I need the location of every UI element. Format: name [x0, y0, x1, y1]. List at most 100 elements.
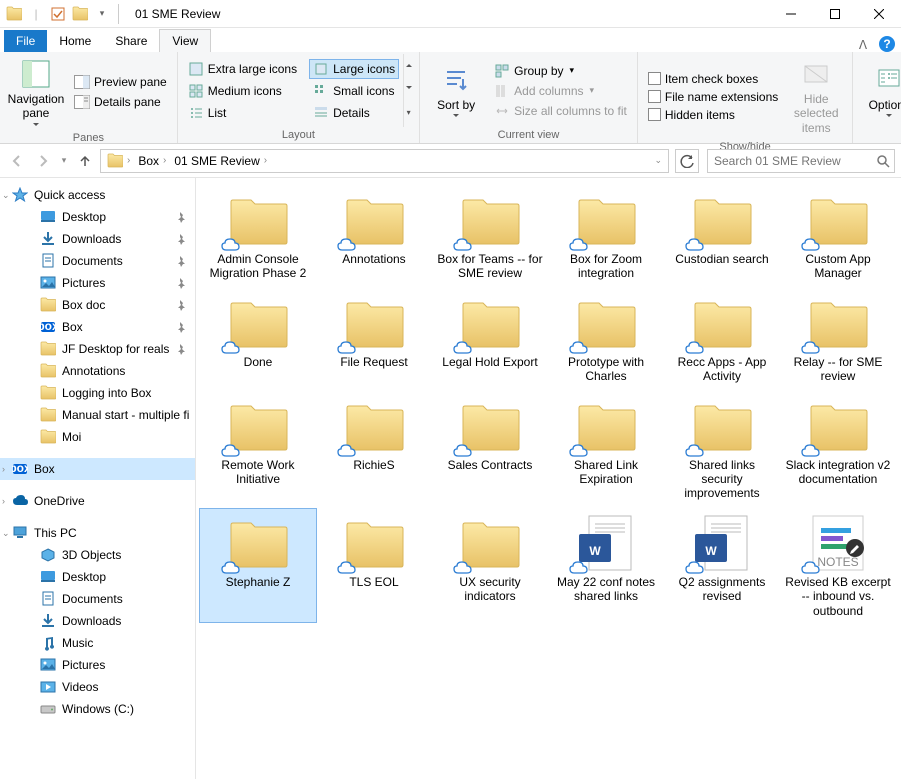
- maximize-button[interactable]: [813, 0, 857, 28]
- minimize-button[interactable]: [769, 0, 813, 28]
- collapse-ribbon-button[interactable]: ᐱ: [851, 38, 875, 52]
- sidebar-quick-item[interactable]: Desktop: [0, 206, 195, 228]
- address-dropdown-button[interactable]: ⌄: [650, 155, 666, 166]
- sidebar-quick-item[interactable]: Manual start - multiple fi: [0, 404, 195, 426]
- file-item[interactable]: RichieS: [316, 392, 432, 505]
- sidebar-pc-item[interactable]: Documents: [0, 588, 195, 610]
- file-item[interactable]: Shared Link Expiration: [548, 392, 664, 505]
- sidebar-quick-item[interactable]: JF Desktop for reals: [0, 338, 195, 360]
- layout-more-options[interactable]: ▾: [403, 54, 413, 127]
- sidebar-pc-item[interactable]: Windows (C:): [0, 698, 195, 720]
- search-box[interactable]: [707, 149, 895, 173]
- breadcrumb-root[interactable]: ›: [103, 153, 134, 169]
- navigation-pane-button[interactable]: Navigation pane: [6, 54, 66, 130]
- file-item[interactable]: Shared links security improvements: [664, 392, 780, 505]
- refresh-button[interactable]: [675, 149, 699, 173]
- search-input[interactable]: [712, 153, 872, 169]
- file-item[interactable]: Annotations: [316, 186, 432, 285]
- layout-xl-icons-button[interactable]: Extra large icons: [184, 59, 301, 79]
- onedrive-icon: [12, 493, 28, 509]
- hidden-items-toggle[interactable]: Hidden items: [644, 106, 782, 124]
- qat-properties-icon[interactable]: [48, 4, 68, 24]
- file-item[interactable]: Done: [200, 289, 316, 388]
- file-item[interactable]: Box for Teams -- for SME review: [432, 186, 548, 285]
- medium-icons-icon: [188, 83, 204, 99]
- tab-share[interactable]: Share: [103, 30, 159, 52]
- add-columns-button[interactable]: Add columns ▾: [490, 81, 631, 101]
- sidebar-quick-item[interactable]: Box: [0, 316, 195, 338]
- close-button[interactable]: [857, 0, 901, 28]
- hide-selected-button[interactable]: Hide selected items: [786, 54, 846, 139]
- details-pane-button[interactable]: Details pane: [70, 92, 171, 112]
- qat-open-folder-icon[interactable]: [70, 4, 90, 24]
- sidebar-pc-item[interactable]: Music: [0, 632, 195, 654]
- layout-large-icons-button[interactable]: Large icons: [309, 59, 399, 79]
- file-item[interactable]: File Request: [316, 289, 432, 388]
- tab-home[interactable]: Home: [47, 30, 103, 52]
- sidebar-quick-item[interactable]: Moi: [0, 426, 195, 448]
- group-by-button[interactable]: Group by ▾: [490, 61, 631, 81]
- preview-pane-button[interactable]: Preview pane: [70, 72, 171, 92]
- qat-caret[interactable]: ▾: [92, 4, 112, 24]
- file-item[interactable]: Custodian search: [664, 186, 780, 285]
- file-item[interactable]: May 22 conf notes shared links: [548, 509, 664, 622]
- file-item[interactable]: TLS EOL: [316, 509, 432, 622]
- layout-small-icons-button[interactable]: Small icons: [309, 81, 399, 101]
- breadcrumb-current[interactable]: 01 SME Review›: [170, 154, 271, 168]
- up-button[interactable]: [74, 150, 96, 172]
- breadcrumb-box[interactable]: Box›: [134, 154, 170, 168]
- file-item[interactable]: Remote Work Initiative: [200, 392, 316, 505]
- file-item[interactable]: Admin Console Migration Phase 2: [200, 186, 316, 285]
- sidebar-quick-access[interactable]: ⌄Quick access: [0, 184, 195, 206]
- sidebar-quick-item[interactable]: Pictures: [0, 272, 195, 294]
- sidebar-quick-item[interactable]: Documents: [0, 250, 195, 272]
- sidebar-onedrive[interactable]: ›OneDrive: [0, 490, 195, 512]
- tab-file[interactable]: File: [4, 30, 47, 52]
- layout-details-button[interactable]: Details: [309, 103, 399, 123]
- recent-locations-button[interactable]: ▾: [58, 150, 70, 172]
- tab-view[interactable]: View: [159, 29, 211, 52]
- file-item[interactable]: Custom App Manager: [780, 186, 896, 285]
- options-label: Options: [869, 98, 901, 112]
- size-columns-button[interactable]: Size all columns to fit: [490, 101, 631, 121]
- address-bar[interactable]: › Box› 01 SME Review› ⌄: [100, 149, 669, 173]
- cloud-overlay-icon: [336, 236, 356, 252]
- file-item[interactable]: Slack integration v2 documentation: [780, 392, 896, 505]
- sidebar-pc-item[interactable]: Downloads: [0, 610, 195, 632]
- file-item[interactable]: Q2 assignments revised: [664, 509, 780, 622]
- file-item-label: May 22 conf notes shared links: [551, 575, 661, 604]
- back-button[interactable]: [6, 150, 28, 172]
- file-item[interactable]: Revised KB excerpt -- inbound vs. outbou…: [780, 509, 896, 622]
- file-item[interactable]: Stephanie Z: [200, 509, 316, 622]
- file-item[interactable]: Relay -- for SME review: [780, 289, 896, 388]
- file-item[interactable]: Prototype with Charles: [548, 289, 664, 388]
- content-pane[interactable]: Admin Console Migration Phase 2 Annotati…: [196, 178, 901, 779]
- cloud-overlay-icon: [220, 236, 240, 252]
- file-ext-toggle[interactable]: File name extensions: [644, 88, 782, 106]
- file-item[interactable]: Sales Contracts: [432, 392, 548, 505]
- file-item[interactable]: Legal Hold Export: [432, 289, 548, 388]
- sidebar-quick-item[interactable]: Box doc: [0, 294, 195, 316]
- layout-list-button[interactable]: List: [184, 103, 301, 123]
- sidebar-pc-item[interactable]: Desktop: [0, 566, 195, 588]
- file-item[interactable]: Recc Apps - App Activity: [664, 289, 780, 388]
- item-checkboxes-toggle[interactable]: Item check boxes: [644, 70, 782, 88]
- file-item-label: Box for Zoom integration: [551, 252, 661, 281]
- help-icon[interactable]: ?: [879, 36, 895, 52]
- 3d-icon: [40, 547, 56, 563]
- sort-by-button[interactable]: Sort by: [426, 60, 486, 121]
- sidebar-quick-item[interactable]: Annotations: [0, 360, 195, 382]
- options-button[interactable]: Options: [859, 60, 901, 121]
- folder-icon: [338, 190, 410, 250]
- sidebar-quick-item[interactable]: Logging into Box: [0, 382, 195, 404]
- sidebar-pc-item[interactable]: Pictures: [0, 654, 195, 676]
- sidebar-pc-item[interactable]: 3D Objects: [0, 544, 195, 566]
- sidebar-box[interactable]: ›Box: [0, 458, 195, 480]
- file-item[interactable]: Box for Zoom integration: [548, 186, 664, 285]
- file-item[interactable]: UX security indicators: [432, 509, 548, 622]
- sidebar-this-pc[interactable]: ⌄This PC: [0, 522, 195, 544]
- forward-button[interactable]: [32, 150, 54, 172]
- sidebar-quick-item[interactable]: Downloads: [0, 228, 195, 250]
- layout-medium-icons-button[interactable]: Medium icons: [184, 81, 301, 101]
- sidebar-pc-item[interactable]: Videos: [0, 676, 195, 698]
